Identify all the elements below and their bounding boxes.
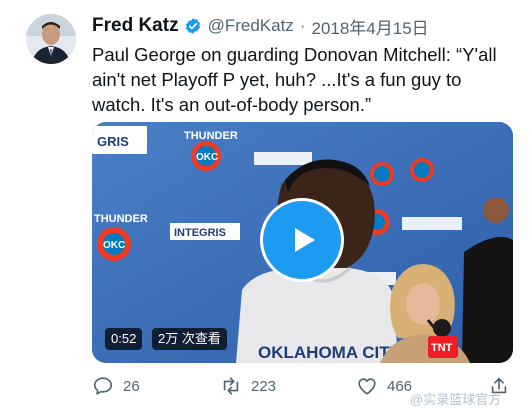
reply-count: 26 — [123, 377, 140, 395]
watermark-text: @实录篮球官方 — [410, 392, 502, 407]
tweet-date[interactable]: 2018年4月15日 — [311, 14, 428, 39]
retweet-count: 223 — [251, 377, 277, 395]
like-button[interactable]: 466 — [356, 372, 412, 400]
backdrop-sponsor-text: INTEGRIS — [174, 227, 226, 239]
jersey-text: OKLAHOMA CITY — [258, 343, 402, 362]
tweet-text: Paul George on guarding Donovan Mitchell… — [92, 44, 497, 115]
thunder-logo-icon — [370, 162, 394, 186]
retweet-icon — [223, 377, 239, 395]
author-avatar[interactable] — [26, 14, 76, 64]
svg-text:OKC: OKC — [103, 240, 125, 251]
tweet-header: Fred Katz @FredKatz · 2018年4月15日 — [92, 14, 429, 38]
reply-icon — [93, 377, 113, 395]
retweet-button[interactable]: 223 — [220, 372, 276, 400]
reply-button[interactable]: 26 — [92, 372, 140, 400]
header-separator: · — [299, 16, 306, 35]
video-views-badge: 2万 次查看 — [152, 328, 227, 350]
play-icon — [295, 228, 315, 252]
like-count: 466 — [387, 377, 413, 395]
video-duration-badge: 0:52 — [105, 328, 143, 350]
backdrop-sponsor-text: GRIS — [97, 134, 129, 149]
author-name[interactable]: Fred Katz — [92, 15, 179, 37]
author-handle[interactable]: @FredKatz — [208, 16, 294, 36]
tnt-mic-label: TNT — [431, 342, 453, 354]
thunder-logo-icon — [410, 158, 434, 182]
svg-text:THUNDER: THUNDER — [184, 130, 238, 142]
verified-badge-icon — [184, 17, 202, 35]
svg-text:OKC: OKC — [196, 152, 218, 163]
play-button[interactable] — [260, 198, 344, 282]
heart-icon — [358, 378, 376, 395]
svg-text:THUNDER: THUNDER — [94, 213, 148, 225]
